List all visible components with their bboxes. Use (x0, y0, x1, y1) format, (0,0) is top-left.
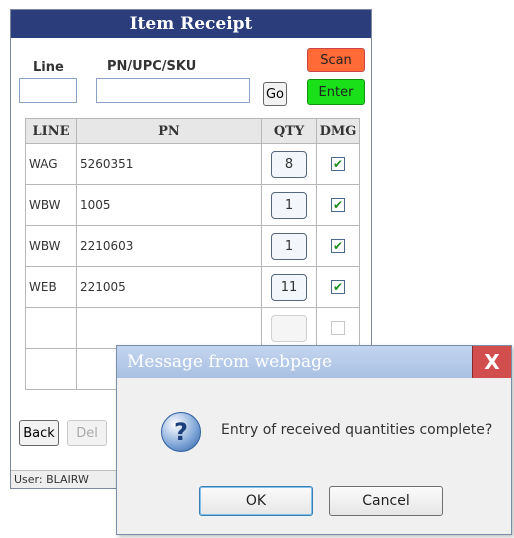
col-dmg-header: DMG (316, 118, 360, 144)
qty-button[interactable] (271, 314, 307, 342)
line-input[interactable] (19, 78, 77, 103)
ok-button[interactable]: OK (199, 486, 313, 516)
table-row: WEB 221005 11 ✔ (25, 266, 360, 308)
cell-line: WBW (25, 184, 77, 226)
check-icon: ✔ (332, 198, 344, 212)
cell-pn: 5260351 (76, 143, 262, 185)
cell-line: WAG (25, 143, 77, 185)
table-row: WAG 5260351 8 ✔ (25, 143, 360, 185)
col-pn-header: PN (76, 118, 262, 144)
col-qty-header: QTY (261, 118, 317, 144)
damage-checkbox[interactable]: ✔ (331, 198, 345, 212)
enter-button[interactable]: Enter (307, 79, 365, 105)
pn-input[interactable] (96, 78, 250, 103)
col-line-header: LINE (25, 118, 77, 144)
qty-button[interactable]: 1 (271, 191, 307, 219)
cell-pn (76, 307, 262, 349)
table-row: WBW 1005 1 ✔ (25, 184, 360, 226)
page-title: Item Receipt (11, 10, 371, 38)
go-button[interactable]: Go (263, 82, 287, 106)
cell-line (25, 348, 77, 390)
damage-checkbox[interactable]: ✔ (331, 157, 345, 171)
qty-button[interactable]: 8 (271, 150, 307, 178)
cell-line: WEB (25, 266, 77, 308)
back-button[interactable]: Back (19, 420, 59, 446)
table-row: WBW 2210603 1 ✔ (25, 225, 360, 267)
dialog-message: Entry of received quantities complete? (221, 422, 493, 438)
pn-label: PN/UPC/SKU (107, 59, 197, 74)
damage-checkbox[interactable] (331, 321, 345, 335)
qty-button[interactable]: 11 (271, 273, 307, 301)
table-row (25, 307, 360, 349)
scan-button[interactable]: Scan (307, 48, 365, 72)
cell-line: WBW (25, 225, 77, 267)
damage-checkbox[interactable]: ✔ (331, 280, 345, 294)
check-icon: ✔ (332, 280, 344, 294)
message-dialog: Message from webpage X ? Entry of receiv… (116, 345, 512, 535)
line-label: Line (33, 60, 64, 75)
close-icon[interactable]: X (472, 346, 511, 378)
cell-pn: 2210603 (76, 225, 262, 267)
check-icon: ✔ (332, 239, 344, 253)
cancel-button[interactable]: Cancel (329, 486, 443, 516)
cell-pn: 1005 (76, 184, 262, 226)
check-icon: ✔ (332, 157, 344, 171)
dialog-title: Message from webpage (117, 346, 511, 378)
damage-checkbox[interactable]: ✔ (331, 239, 345, 253)
cell-pn: 221005 (76, 266, 262, 308)
cell-line (25, 307, 77, 349)
delete-button[interactable]: Del (67, 420, 107, 446)
qty-button[interactable]: 1 (271, 232, 307, 260)
question-icon: ? (161, 412, 201, 452)
